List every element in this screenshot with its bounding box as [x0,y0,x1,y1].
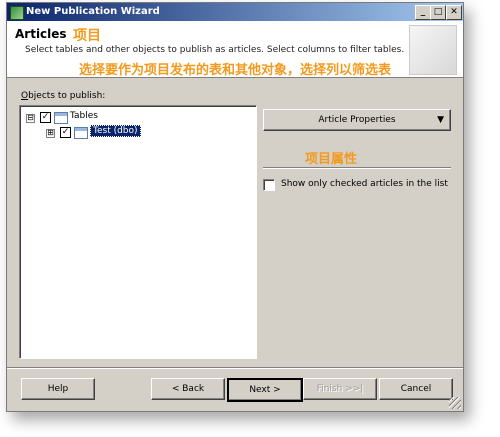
title-bar: New Publication Wizard _ □ ✕ [7,3,463,21]
window-title: New Publication Wizard [26,6,160,17]
expand-icon[interactable]: ⊞ [46,129,55,138]
wizard-decoration-icon [409,25,457,75]
test-dbo-checkbox[interactable]: ✓ [60,127,71,138]
page-title-cn: 项目 [73,28,101,44]
next-button[interactable]: Next > [227,378,303,402]
close-button[interactable]: ✕ [446,5,462,20]
dropdown-arrow-icon: ▼ [437,115,444,125]
button-separator [7,367,463,369]
article-properties-cn: 项目属性 [305,152,358,167]
minimize-button[interactable]: _ [415,5,431,20]
table-icon [54,112,68,124]
resize-grip-icon[interactable] [449,397,461,409]
objects-tree[interactable]: ⊟ ✓ Tables ⊞ ✓ Test (dbo) [19,105,257,359]
table-icon [74,127,88,139]
tree-item-test-dbo[interactable]: Test (dbo) [90,125,141,137]
back-button[interactable]: < Back [151,378,225,400]
article-properties-button[interactable]: Article Properties ▼ [263,109,451,131]
objects-label: Objects to publish: [21,91,106,101]
page-description-cn: 选择要作为项目发布的表和其他对象，选择列以筛选表 [79,63,392,78]
cancel-button[interactable]: Cancel [379,378,453,400]
show-checked-checkbox[interactable] [263,179,275,191]
wizard-header: Articles 项目 Select tables and other obje… [7,21,463,78]
right-separator [263,167,451,169]
app-icon [10,6,24,20]
tree-item-tables[interactable]: Tables [70,111,98,121]
collapse-icon[interactable]: ⊟ [26,114,35,123]
article-properties-label: Article Properties [318,115,396,125]
wizard-window: New Publication Wizard _ □ ✕ Articles 项目… [6,2,464,412]
page-title: Articles [15,27,67,41]
tables-checkbox[interactable]: ✓ [40,112,51,123]
maximize-button[interactable]: □ [430,5,446,20]
page-description: Select tables and other objects to publi… [25,45,405,55]
show-checked-label[interactable]: Show only checked articles in the list [281,179,448,189]
finish-button[interactable]: Finish >>| [303,378,377,400]
help-button[interactable]: Help [21,378,95,400]
